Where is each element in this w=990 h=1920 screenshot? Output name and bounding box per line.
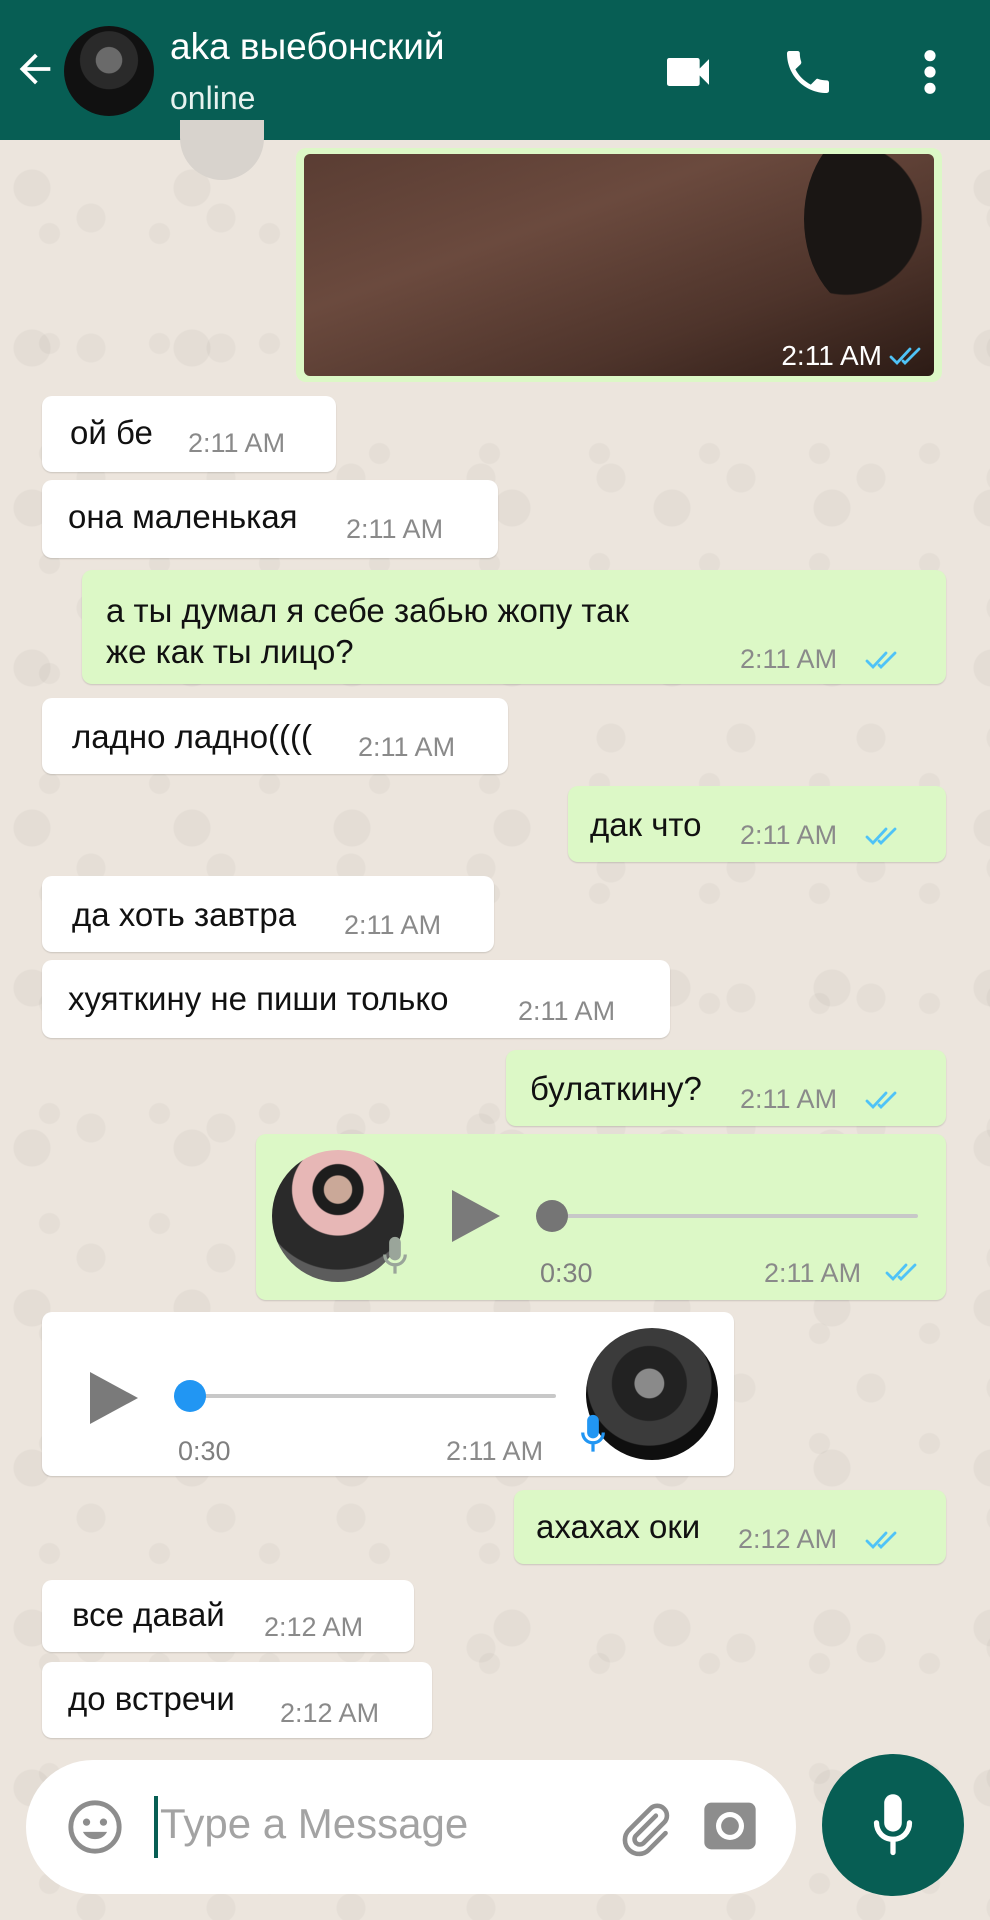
message-text: дак что	[590, 806, 702, 843]
attach-icon[interactable]	[616, 1800, 674, 1858]
message-text: булаткину?	[530, 1070, 702, 1107]
contact-name[interactable]: aka выебонский	[170, 26, 445, 68]
message-time: 2:11 AM	[446, 1436, 544, 1466]
message-bubble[interactable]: она маленькая 2:11 AM	[42, 480, 498, 558]
voice-progress-knob[interactable]	[174, 1380, 206, 1412]
voice-record-button[interactable]	[822, 1754, 964, 1896]
message-time: 2:11 AM	[344, 910, 442, 940]
mic-icon	[581, 1414, 605, 1452]
message-text: ахахах оки	[536, 1508, 701, 1545]
voice-message[interactable]: 0:30 2:11 AM	[42, 1312, 734, 1476]
photo-message[interactable]: 2:11 AM	[296, 148, 942, 382]
message-time: 2:11 AM	[764, 1258, 862, 1288]
message-bubble[interactable]: ахахах оки 2:12 AM	[514, 1490, 946, 1564]
message-bubble[interactable]: булаткину? 2:11 AM	[506, 1050, 946, 1126]
double-check-icon	[885, 1263, 917, 1282]
message-bubble[interactable]: дак что 2:11 AM	[568, 786, 946, 862]
message-bubble[interactable]: до встречи 2:12 AM	[42, 1662, 432, 1738]
message-input[interactable]: Type a Message	[160, 1800, 468, 1848]
message-bubble[interactable]: хуяткину не пиши только 2:11 AM	[42, 960, 670, 1038]
double-check-icon	[865, 1531, 897, 1550]
emoji-icon[interactable]	[66, 1798, 124, 1856]
mic-icon	[383, 1236, 407, 1274]
message-bubble[interactable]: все давай 2:12 AM	[42, 1580, 414, 1652]
message-time: 2:11 AM	[188, 428, 286, 458]
voice-message[interactable]: 0:30 2:11 AM	[256, 1134, 946, 1300]
message-time: 2:11 AM	[740, 1084, 838, 1114]
message-text: ладно ладно((((	[72, 718, 313, 755]
contact-avatar[interactable]	[64, 26, 154, 116]
play-icon[interactable]	[448, 1186, 504, 1246]
contact-status: online	[170, 80, 256, 116]
voice-duration: 0:30	[540, 1258, 593, 1288]
message-bubble[interactable]: ой бе 2:11 AM	[42, 396, 336, 472]
message-text: до встречи	[68, 1680, 235, 1717]
message-bubble[interactable]: да хоть завтра 2:11 AM	[42, 876, 494, 952]
message-text: а ты думал я себе забью жопу так же как …	[106, 592, 629, 670]
message-time: 2:11 AM	[518, 996, 616, 1026]
message-time: 2:12 AM	[280, 1698, 380, 1728]
message-time: 2:11 AM	[740, 820, 838, 850]
phone-icon[interactable]	[780, 44, 836, 100]
message-time: 2:11 AM	[740, 644, 838, 674]
play-icon[interactable]	[86, 1368, 142, 1428]
message-time: 2:11 AM	[346, 514, 444, 544]
message-text: хуяткину не пиши только	[68, 980, 449, 1017]
text-caret	[154, 1796, 158, 1858]
message-text: она маленькая	[68, 498, 298, 535]
message-bubble[interactable]: а ты думал я себе забью жопу так же как …	[82, 570, 946, 684]
voice-progress-knob[interactable]	[536, 1200, 568, 1232]
video-call-icon[interactable]	[660, 44, 716, 100]
message-time: 2:11 AM	[358, 732, 456, 762]
chat-header: aka выебонский online	[0, 0, 990, 140]
double-check-icon	[865, 827, 897, 846]
message-time: 2:12 AM	[264, 1612, 364, 1642]
back-arrow-icon[interactable]	[12, 46, 58, 92]
double-check-icon	[889, 347, 921, 366]
double-check-icon	[865, 1091, 897, 1110]
voice-duration: 0:30	[178, 1436, 231, 1466]
mic-icon	[873, 1794, 913, 1856]
message-time: 2:12 AM	[738, 1524, 838, 1554]
more-vert-icon[interactable]	[910, 44, 950, 100]
double-check-icon	[865, 651, 897, 670]
voice-progress-track[interactable]	[542, 1214, 918, 1218]
photo-shadow	[804, 154, 934, 314]
camera-icon[interactable]	[702, 1798, 758, 1854]
message-time: 2:11 AM	[781, 340, 882, 371]
message-bubble[interactable]: ладно ладно(((( 2:11 AM	[42, 698, 508, 774]
voice-progress-track[interactable]	[186, 1394, 556, 1398]
message-text: все давай	[72, 1596, 225, 1633]
message-composer[interactable]: Type a Message	[26, 1760, 796, 1894]
message-text: да хоть завтра	[72, 896, 297, 933]
message-text: ой бе	[70, 414, 153, 451]
